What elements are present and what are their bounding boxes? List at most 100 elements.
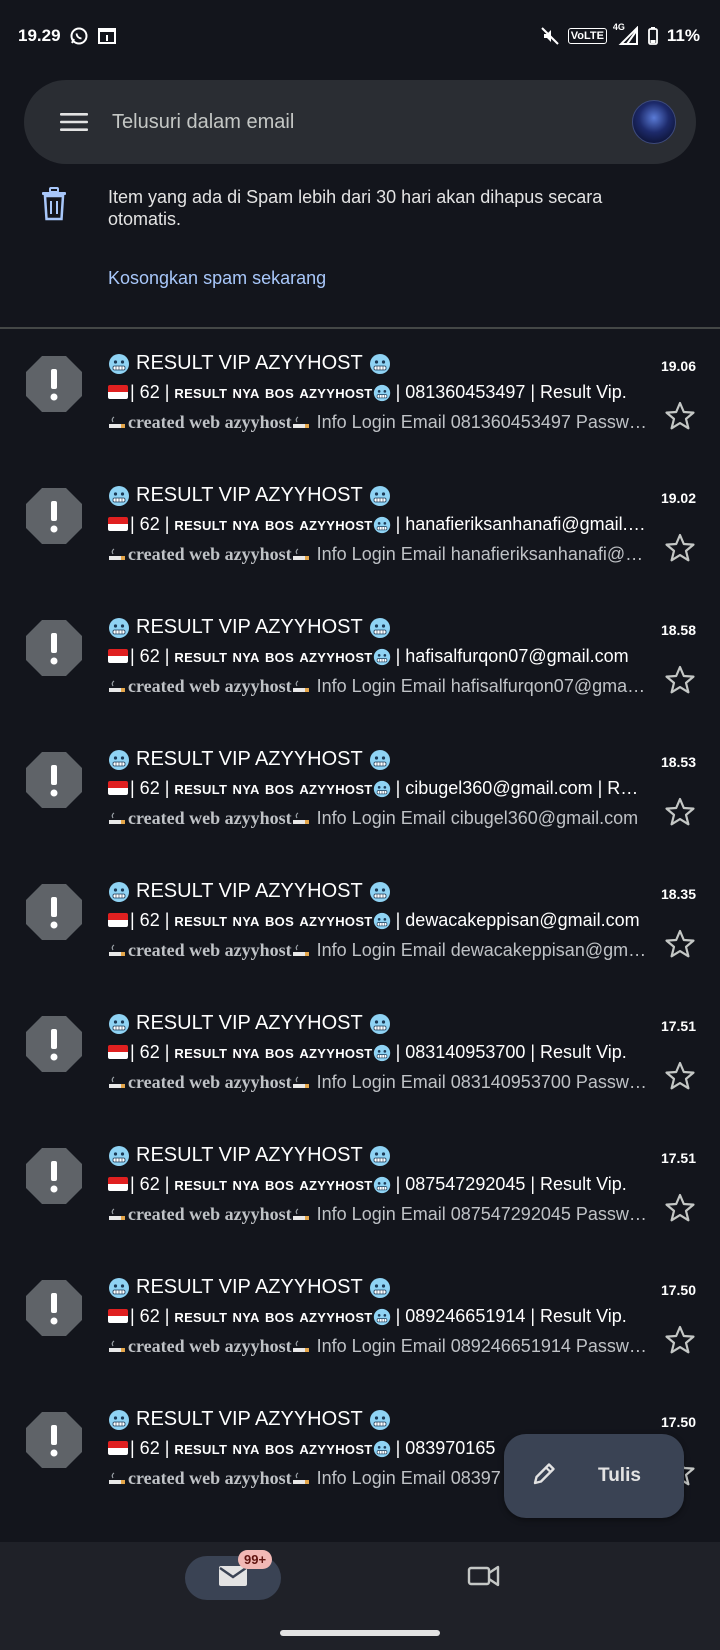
- creator-text: created web azyyhost: [128, 544, 292, 564]
- face-emoji-icon: [373, 910, 391, 930]
- mail-time: 17.50: [660, 1282, 696, 1298]
- star-icon[interactable]: [664, 664, 696, 696]
- star-icon[interactable]: [664, 928, 696, 960]
- subject-text: RESULT VIP AZYYHOST: [136, 748, 363, 770]
- indonesia-flag-icon: [108, 385, 128, 399]
- cigarette-emoji-icon: [292, 412, 312, 432]
- mail-preview-line: created web azyyhost Info Login Email de…: [108, 940, 648, 961]
- mail-row[interactable]: RESULT VIP AZYYHOST 17.50 | 62 | result ny…: [0, 1258, 720, 1390]
- spam-warning-icon: [24, 618, 84, 678]
- battery-level: 11%: [666, 26, 700, 45]
- prefix-text: | 62 |: [130, 1174, 170, 1194]
- home-indicator[interactable]: [280, 1630, 440, 1636]
- compose-button[interactable]: Tulis: [504, 1434, 684, 1518]
- mail-row[interactable]: RESULT VIP AZYYHOST 17.51 | 62 | result ny…: [0, 1126, 720, 1258]
- face-emoji-icon: [369, 880, 391, 903]
- star-icon[interactable]: [664, 1324, 696, 1356]
- signal-icon: 4G: [613, 22, 639, 46]
- line1-text: | hanafieriksanhanafi@gmail.com: [395, 514, 648, 534]
- prefix-text: | 62 |: [130, 778, 170, 798]
- line1-text: | 089246651914 | Result Vip.: [395, 1306, 627, 1326]
- face-emoji-icon: [373, 778, 391, 798]
- cigarette-emoji-icon: [292, 676, 312, 696]
- subject-text: RESULT VIP AZYYHOST: [136, 1012, 363, 1034]
- meet-tab[interactable]: [464, 1562, 504, 1594]
- cigarette-emoji-icon: [108, 808, 128, 828]
- volte-icon: VoLTE: [567, 28, 607, 44]
- prefix-text: | 62 |: [130, 1306, 170, 1326]
- line1-text: | 083970165: [395, 1438, 496, 1458]
- calendar-icon: [97, 27, 117, 45]
- face-emoji-icon: [108, 352, 130, 375]
- mail-subject: RESULT VIP AZYYHOST: [108, 1408, 638, 1431]
- creator-text: created web azyyhost: [128, 1204, 292, 1224]
- mail-preview-line: created web azyyhost Info Login Email ci…: [108, 808, 648, 829]
- tag-text: result nya bos azyyhost: [174, 910, 373, 930]
- line2-text: Info Login Email cibugel360@gmail.com: [316, 808, 639, 828]
- star-icon[interactable]: [664, 796, 696, 828]
- cigarette-emoji-icon: [292, 544, 312, 564]
- star-icon[interactable]: [664, 532, 696, 564]
- spam-warning-icon: [24, 1146, 84, 1206]
- mail-subject: RESULT VIP AZYYHOST: [108, 352, 638, 375]
- spam-warning-icon: [24, 486, 84, 546]
- prefix-text: | 62 |: [130, 1042, 170, 1062]
- subject-text: RESULT VIP AZYYHOST: [136, 880, 363, 902]
- mail-row[interactable]: RESULT VIP AZYYHOST 18.58 | 62 | result ny…: [0, 598, 720, 730]
- spam-warning-icon: [24, 354, 84, 414]
- line2-text: Info Login Email 08397: [316, 1468, 501, 1488]
- indonesia-flag-icon: [108, 649, 128, 663]
- line2-text: Info Login Email hafisalfurqon07@gmail.c…: [316, 676, 648, 696]
- tag-text: result nya bos azyyhost: [174, 1306, 373, 1326]
- cigarette-emoji-icon: [108, 940, 128, 960]
- mail-sender-line: | 62 | result nya bos azyyhost | 0813604…: [108, 382, 648, 403]
- face-emoji-icon: [369, 352, 391, 375]
- tag-text: result nya bos azyyhost: [174, 1174, 373, 1194]
- search-bar[interactable]: Telusuri dalam email: [24, 80, 696, 164]
- mail-row[interactable]: RESULT VIP AZYYHOST 17.51 | 62 | result ny…: [0, 994, 720, 1126]
- spam-warning-icon: [24, 1014, 84, 1074]
- face-emoji-icon: [108, 748, 130, 771]
- creator-text: created web azyyhost: [128, 412, 292, 432]
- tag-text: result nya bos azyyhost: [174, 778, 373, 798]
- cigarette-emoji-icon: [292, 1468, 312, 1488]
- prefix-text: | 62 |: [130, 910, 170, 930]
- face-emoji-icon: [373, 514, 391, 534]
- bottom-navigation: 99+: [0, 1542, 720, 1650]
- line1-text: | 087547292045 | Result Vip.: [395, 1174, 627, 1194]
- status-time: 19.29: [18, 26, 61, 45]
- subject-text: RESULT VIP AZYYHOST: [136, 1276, 363, 1298]
- prefix-text: | 62 |: [130, 1438, 170, 1458]
- mail-preview-line: created web azyyhost Info Login Email 08…: [108, 1204, 648, 1225]
- spam-notice: Item yang ada di Spam lebih dari 30 hari…: [0, 176, 720, 328]
- star-icon[interactable]: [664, 400, 696, 432]
- mail-subject: RESULT VIP AZYYHOST: [108, 880, 638, 903]
- mail-row[interactable]: RESULT VIP AZYYHOST 19.02 | 62 | result ny…: [0, 466, 720, 598]
- creator-text: created web azyyhost: [128, 940, 292, 960]
- cigarette-emoji-icon: [108, 1336, 128, 1356]
- mail-row[interactable]: RESULT VIP AZYYHOST 18.35 | 62 | result ny…: [0, 862, 720, 994]
- line1-text: | 081360453497 | Result Vip.: [395, 382, 627, 402]
- face-emoji-icon: [369, 484, 391, 507]
- search-input[interactable]: Telusuri dalam email: [112, 111, 632, 134]
- battery-icon: [647, 26, 659, 46]
- spam-warning-icon: [24, 1410, 84, 1470]
- mail-row[interactable]: RESULT VIP AZYYHOST 18.53 | 62 | result ny…: [0, 730, 720, 862]
- tag-text: result nya bos azyyhost: [174, 1042, 373, 1062]
- mail-list: RESULT VIP AZYYHOST 19.06 | 62 | result ny…: [0, 334, 720, 1542]
- face-emoji-icon: [369, 1144, 391, 1167]
- trash-icon: [38, 186, 70, 227]
- star-icon[interactable]: [664, 1192, 696, 1224]
- mail-preview-line: created web azyyhost Info Login Email 08…: [108, 1336, 648, 1357]
- hamburger-menu-icon[interactable]: [52, 100, 96, 144]
- spam-warning-icon: [24, 1278, 84, 1338]
- mail-sender-line: | 62 | result nya bos azyyhost | hanafie…: [108, 514, 648, 535]
- star-icon[interactable]: [664, 1060, 696, 1092]
- cigarette-emoji-icon: [292, 1204, 312, 1224]
- indonesia-flag-icon: [108, 1309, 128, 1323]
- account-avatar[interactable]: [632, 100, 676, 144]
- mail-row[interactable]: RESULT VIP AZYYHOST 19.06 | 62 | result ny…: [0, 334, 720, 466]
- cigarette-emoji-icon: [108, 676, 128, 696]
- indonesia-flag-icon: [108, 1441, 128, 1455]
- empty-spam-link[interactable]: Kosongkan spam sekarang: [108, 268, 326, 289]
